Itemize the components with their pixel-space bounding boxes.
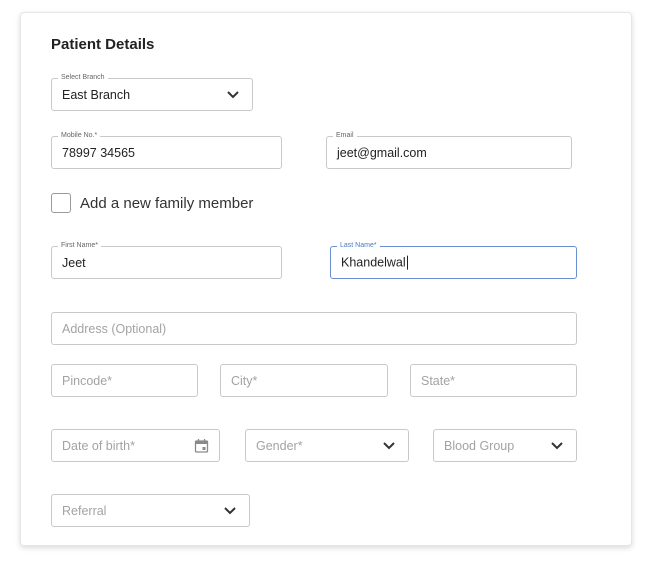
chevron-down-icon xyxy=(224,506,236,514)
text-caret xyxy=(406,255,408,270)
state-field[interactable]: State* xyxy=(410,364,577,397)
pincode-field[interactable]: Pincode* xyxy=(51,364,198,397)
mobile-field-label: Mobile No.* xyxy=(58,131,101,141)
blood-group-select[interactable]: Blood Group xyxy=(433,429,577,462)
city-field[interactable]: City* xyxy=(220,364,388,397)
last-name-field-value: Khandelwal xyxy=(341,255,406,270)
first-name-field-label: First Name* xyxy=(58,241,101,251)
page-title: Patient Details xyxy=(51,36,155,53)
calendar-icon[interactable] xyxy=(194,438,209,453)
email-field-label: Email xyxy=(333,131,357,141)
blood-group-placeholder: Blood Group xyxy=(444,438,515,453)
gender-placeholder: Gender* xyxy=(256,438,303,453)
last-name-field[interactable]: Last Name* Khandelwal xyxy=(330,241,577,279)
chevron-down-icon xyxy=(551,441,563,449)
referral-select[interactable]: Referral xyxy=(51,494,250,527)
branch-select[interactable]: Select Branch East Branch xyxy=(51,73,253,111)
state-placeholder: State* xyxy=(421,373,456,388)
address-field[interactable]: Address (Optional) xyxy=(51,312,577,345)
date-of-birth-field[interactable]: Date of birth* xyxy=(51,429,220,462)
add-family-member-checkbox[interactable] xyxy=(51,193,71,213)
gender-select[interactable]: Gender* xyxy=(245,429,409,462)
email-field-value: jeet@gmail.com xyxy=(337,145,427,160)
add-family-member-label[interactable]: Add a new family member xyxy=(80,195,253,212)
first-name-field[interactable]: First Name* Jeet xyxy=(51,241,282,279)
first-name-field-value: Jeet xyxy=(62,255,86,270)
city-placeholder: City* xyxy=(231,373,258,388)
branch-select-label: Select Branch xyxy=(58,73,108,83)
chevron-down-icon xyxy=(383,441,395,449)
branch-select-value: East Branch xyxy=(62,87,131,102)
pincode-placeholder: Pincode* xyxy=(62,373,113,388)
address-placeholder: Address (Optional) xyxy=(62,321,167,336)
mobile-field[interactable]: Mobile No.* 78997 34565 xyxy=(51,131,282,169)
referral-placeholder: Referral xyxy=(62,503,107,518)
date-of-birth-placeholder: Date of birth* xyxy=(62,438,135,453)
last-name-field-label: Last Name* xyxy=(337,241,380,251)
email-field[interactable]: Email jeet@gmail.com xyxy=(326,131,572,169)
chevron-down-icon xyxy=(227,90,239,98)
last-name-field-value-wrap: Khandelwal xyxy=(341,255,408,270)
mobile-field-value: 78997 34565 xyxy=(62,145,135,160)
